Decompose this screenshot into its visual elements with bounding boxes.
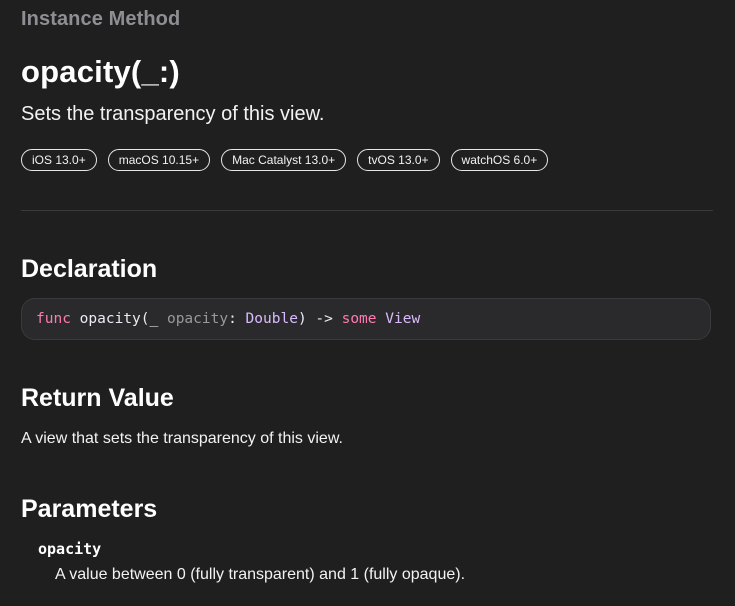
code-param-name: opacity — [166, 311, 229, 327]
code-keyword-some: some — [341, 311, 377, 327]
code-type-view[interactable]: View — [385, 311, 420, 327]
platform-badge-watchos: watchOS 6.0+ — [450, 149, 549, 171]
platform-badges: iOS 13.0+ macOS 10.15+ Mac Catalyst 13.0… — [21, 149, 549, 171]
page-title: opacity(_:) — [21, 54, 180, 89]
platform-badge-macos: macOS 10.15+ — [107, 149, 211, 171]
return-value-text: A view that sets the transparency of thi… — [21, 430, 343, 447]
platform-badge-tvos: tvOS 13.0+ — [357, 149, 440, 171]
declaration-heading: Declaration — [21, 255, 158, 283]
parameter-name: opacity — [38, 540, 102, 558]
code-colon: : — [228, 311, 246, 327]
code-type-double[interactable]: Double — [246, 311, 298, 327]
abstract-text: Sets the transparency of this view. — [21, 103, 325, 125]
platform-badge-ios: iOS 13.0+ — [21, 149, 97, 171]
declaration-code-block[interactable]: func opacity(_ opacity: Double) -> some … — [21, 298, 711, 340]
code-arrow: ) -> — [297, 311, 342, 327]
code-method-name: opacity( — [70, 311, 150, 327]
code-keyword-func: func — [36, 311, 71, 327]
code-underscore: _ — [149, 311, 167, 327]
platform-badge-mac-catalyst: Mac Catalyst 13.0+ — [221, 149, 347, 171]
section-divider — [21, 210, 713, 211]
return-value-heading: Return Value — [21, 384, 174, 412]
parameter-description: A value between 0 (fully transparent) an… — [55, 566, 466, 583]
symbol-kind-label: Instance Method — [21, 8, 181, 30]
parameters-heading: Parameters — [21, 495, 158, 523]
